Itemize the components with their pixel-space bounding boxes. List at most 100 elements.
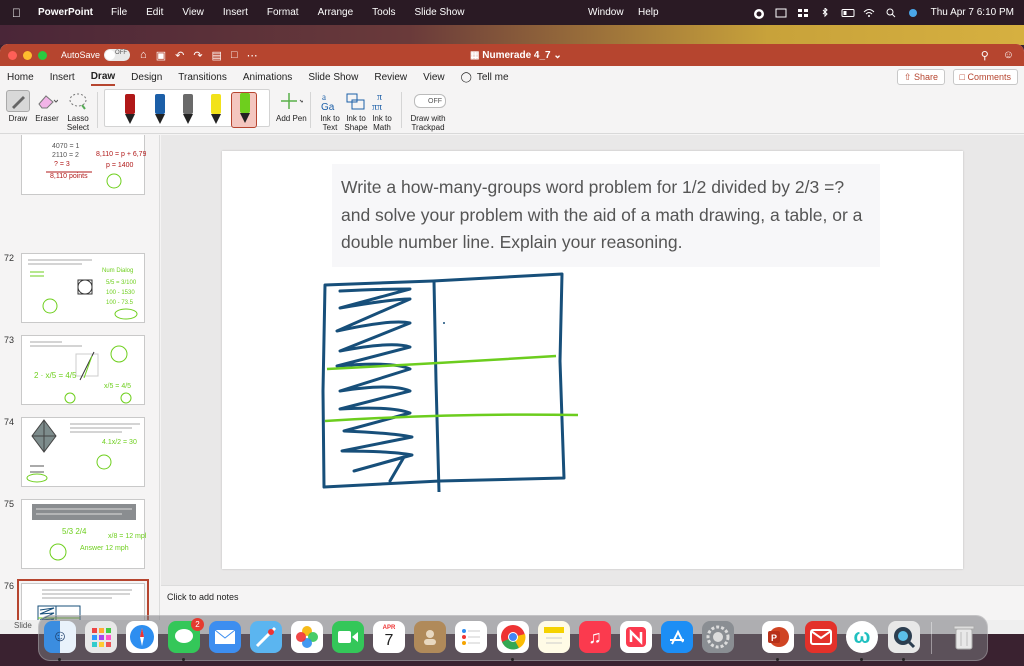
account-icon[interactable]: ☺ xyxy=(1003,49,1014,62)
pen-red[interactable] xyxy=(123,94,137,126)
contacts-icon[interactable] xyxy=(414,621,446,653)
share-button[interactable]: ⇧ Share xyxy=(896,69,945,85)
facetime-icon[interactable] xyxy=(332,621,364,653)
undo-icon[interactable]: ↶ xyxy=(175,49,184,62)
menubar-clock[interactable]: Thu Apr 7 6:10 PM xyxy=(931,7,1014,18)
menu-window[interactable]: Window xyxy=(588,7,624,18)
trash-icon[interactable] xyxy=(948,621,980,653)
tab-slide-show[interactable]: Slide Show xyxy=(308,70,358,85)
slide-thumbnail-73[interactable]: 2 · x/5 = 4/5 x/5 = 4/5 xyxy=(21,335,145,405)
music-icon[interactable]: ♫ xyxy=(579,621,611,653)
lasso-select-button[interactable]: Lasso Select xyxy=(66,90,90,132)
svg-text:Ga: Ga xyxy=(321,102,335,111)
maps-icon[interactable] xyxy=(250,621,282,653)
add-pen-button[interactable]: Add Pen xyxy=(276,90,307,123)
control-center-icon[interactable] xyxy=(907,8,919,18)
menu-slide-show[interactable]: Slide Show xyxy=(415,7,465,18)
slide-thumbnail-72[interactable]: Num Dialog 5/5 = 3/100 100 - 1530 100 - … xyxy=(21,253,145,323)
eraser-button[interactable]: Eraser xyxy=(35,90,59,123)
finder-icon[interactable]: ☺ xyxy=(44,621,76,653)
ink-drawing[interactable] xyxy=(222,151,963,569)
menu-view[interactable]: View xyxy=(182,7,204,18)
slide-number-74: 74 xyxy=(4,417,15,427)
tab-draw[interactable]: Draw xyxy=(90,69,116,86)
ink-to-math-button[interactable]: π ππ Ink to Math xyxy=(370,90,394,132)
grid-status-icon[interactable] xyxy=(797,8,809,18)
menu-format[interactable]: Format xyxy=(267,7,299,18)
photos-icon[interactable] xyxy=(291,621,323,653)
calendar-icon[interactable]: APR 7 xyxy=(373,621,405,653)
menu-help[interactable]: Help xyxy=(638,7,659,18)
tab-review[interactable]: Review xyxy=(374,70,407,85)
tab-view[interactable]: View xyxy=(423,70,445,85)
apple-menu-icon[interactable]:  xyxy=(12,6,26,20)
battery-icon[interactable] xyxy=(841,8,855,18)
home-icon[interactable]: ⌂ xyxy=(140,49,147,62)
notes-placeholder[interactable]: Click to add notes xyxy=(167,592,239,602)
svg-text:ππ: ππ xyxy=(372,102,382,111)
app-status-icon[interactable] xyxy=(775,8,787,18)
numerade-app-icon[interactable]: ω xyxy=(846,621,878,653)
menu-file[interactable]: File xyxy=(111,7,127,18)
svg-text:5/3 2/4: 5/3 2/4 xyxy=(62,527,87,536)
app-menu[interactable]: PowerPoint xyxy=(38,7,93,18)
zoom-window-button[interactable] xyxy=(38,50,47,60)
save-icon[interactable]: ▣ xyxy=(156,49,166,62)
clipboard-icon[interactable]: ▤ xyxy=(212,49,222,62)
mail-spark-icon[interactable] xyxy=(805,621,837,653)
quicktime-icon[interactable] xyxy=(888,621,920,653)
draw-tool-button[interactable]: Draw xyxy=(6,90,30,123)
menu-edit[interactable]: Edit xyxy=(146,7,163,18)
trackpad-toggle-switch[interactable]: OFF xyxy=(414,94,446,108)
menu-insert[interactable]: Insert xyxy=(223,7,248,18)
highlighter-yellow[interactable] xyxy=(209,94,223,126)
menu-tools[interactable]: Tools xyxy=(372,7,395,18)
highlighter-green[interactable] xyxy=(231,92,257,128)
launchpad-icon[interactable] xyxy=(85,621,117,653)
redo-icon[interactable]: ↷ xyxy=(193,49,202,62)
more-icon[interactable]: ⋯ xyxy=(247,49,258,62)
ink-to-text-button[interactable]: a Ga Ink to Text xyxy=(318,90,342,132)
pen-blue[interactable] xyxy=(153,94,167,126)
slide-number-75: 75 xyxy=(4,499,15,509)
slide-thumbnails-pane[interactable]: 4070 = 1 2110 = 2 ? = 3 8,110 points 8,1… xyxy=(0,135,160,620)
tab-animations[interactable]: Animations xyxy=(243,70,292,85)
slide-thumbnail-75[interactable]: 5/3 2/4 x/8 = 12 mph Answer 12 mph xyxy=(21,499,149,569)
notes-app-icon[interactable] xyxy=(538,621,570,653)
wifi-icon[interactable] xyxy=(863,8,875,18)
new-file-icon[interactable]: □ xyxy=(231,49,238,62)
app-store-icon[interactable] xyxy=(661,621,693,653)
reminders-icon[interactable] xyxy=(455,621,487,653)
bluetooth-icon[interactable] xyxy=(819,6,831,18)
menu-arrange[interactable]: Arrange xyxy=(318,7,354,18)
slide-thumbnail-71[interactable]: 4070 = 1 2110 = 2 ? = 3 8,110 points 8,1… xyxy=(21,135,150,195)
tab-transitions[interactable]: Transitions xyxy=(178,70,227,85)
powerpoint-window: AutoSave OFF ⌂ ▣ ↶ ↷ ▤ □ ⋯ ▦ Numerade 4_… xyxy=(0,44,1024,634)
minimize-window-button[interactable] xyxy=(23,50,32,60)
pen-gray[interactable] xyxy=(181,94,195,126)
current-slide[interactable]: Write a how-many-groups word problem for… xyxy=(222,151,963,569)
tab-home[interactable]: Home xyxy=(7,70,34,85)
safari-icon[interactable] xyxy=(126,621,158,653)
search-icon[interactable]: ⚲ xyxy=(981,49,989,62)
slide-thumbnail-74[interactable]: 4.1x/2 = 30 xyxy=(21,417,145,487)
powerpoint-icon[interactable]: P xyxy=(762,621,794,653)
ink-to-shape-button[interactable]: Ink to Shape xyxy=(344,90,368,132)
tab-design[interactable]: Design xyxy=(131,70,162,85)
close-window-button[interactable] xyxy=(8,50,17,60)
record-icon[interactable] xyxy=(753,8,765,19)
spotlight-search-icon[interactable] xyxy=(885,8,897,18)
svg-text:a: a xyxy=(322,92,326,102)
mail-icon[interactable] xyxy=(209,621,241,653)
system-preferences-icon[interactable] xyxy=(702,621,734,653)
draw-with-trackpad-toggle[interactable]: OFF Draw with Trackpad xyxy=(410,90,446,132)
ink-green-line-bottom xyxy=(324,413,579,423)
autosave-toggle[interactable]: OFF xyxy=(104,49,131,61)
news-icon[interactable] xyxy=(620,621,652,653)
tell-me-search[interactable]: ◯ Tell me xyxy=(461,70,509,85)
messages-icon[interactable]: 2 xyxy=(168,618,204,653)
slide-number-72: 72 xyxy=(4,253,15,263)
comments-button[interactable]: □ Comments xyxy=(952,69,1018,85)
chrome-icon[interactable] xyxy=(497,621,529,653)
tab-insert[interactable]: Insert xyxy=(50,70,75,85)
